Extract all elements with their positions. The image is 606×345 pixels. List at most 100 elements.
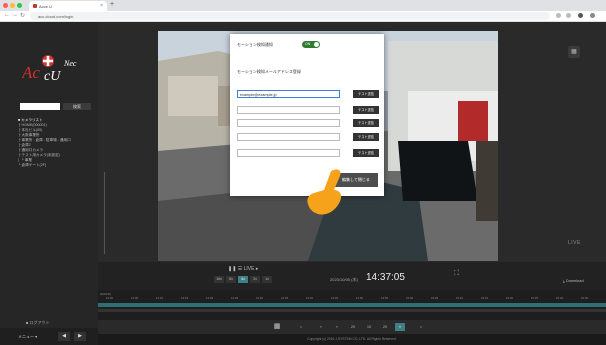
timeline-ticks: 14:00 14:05 14:10 14:15 14:20 14:25 14:3… bbox=[98, 296, 606, 300]
pager-item[interactable]: > bbox=[416, 323, 426, 331]
minimize-window-dot[interactable] bbox=[10, 3, 15, 8]
email-row: テスト送信 bbox=[237, 119, 381, 128]
pager-item[interactable]: 20 bbox=[348, 323, 358, 331]
timeline-tick: 14:40 bbox=[306, 296, 313, 300]
timeline-tick: 15:35 bbox=[581, 296, 588, 300]
test-send-button[interactable]: テスト送信 bbox=[353, 149, 379, 157]
timeline-tick: 14:55 bbox=[381, 296, 388, 300]
timeline-tick: 14:25 bbox=[231, 296, 238, 300]
timeline[interactable]: 2023/10 14:00 14:05 14:10 14:15 14:20 14… bbox=[98, 290, 606, 320]
favicon-icon bbox=[33, 4, 37, 8]
timeline-tick: 15:20 bbox=[506, 296, 513, 300]
timeline-tick: 15:30 bbox=[556, 296, 563, 300]
timeline-tick: 15:15 bbox=[481, 296, 488, 300]
timeline-tick: 15:00 bbox=[406, 296, 413, 300]
timeline-track[interactable] bbox=[98, 309, 606, 312]
speed-16x-button[interactable]: 16x bbox=[214, 276, 224, 283]
timeline-tick: 14:30 bbox=[256, 296, 263, 300]
speed-2x-button[interactable]: 2x bbox=[250, 276, 260, 283]
toggle-knob bbox=[314, 42, 319, 47]
browser-toolbar: ← → ↻ acc-cloud.com/login bbox=[0, 11, 606, 22]
fullscreen-icon[interactable]: ⛶ bbox=[454, 270, 459, 278]
browser-tab[interactable]: Acce U × bbox=[29, 1, 107, 11]
tab-strip: Acce U × + bbox=[0, 0, 606, 11]
pointing-hand-icon bbox=[307, 169, 342, 215]
footer-copyright: Copyright (c) 2016 J-SYSTEM CO.,LTD. All… bbox=[98, 334, 606, 345]
speed-4x-button[interactable]: 4x bbox=[238, 276, 248, 283]
toggle-label: モーション検知通知 bbox=[237, 42, 273, 47]
live-label: LIVE bbox=[568, 240, 581, 246]
email-field[interactable] bbox=[237, 119, 340, 127]
logo: Ac cU Nec bbox=[22, 55, 77, 84]
back-icon[interactable]: ← bbox=[4, 12, 10, 18]
email-row: テスト送信 bbox=[237, 106, 381, 115]
email-field[interactable] bbox=[237, 106, 340, 114]
timeline-tick: 14:00 bbox=[106, 296, 113, 300]
next-arrow-icon[interactable]: ▶ bbox=[74, 332, 86, 341]
play-pause-control[interactable]: ❚❚ ☰ LIVE ▸ bbox=[228, 266, 258, 272]
email-row: example@example.jp テスト送信 bbox=[237, 90, 381, 99]
svg-text:cU: cU bbox=[44, 69, 61, 84]
bookmark-icon[interactable] bbox=[556, 13, 561, 18]
close-window-dot[interactable] bbox=[3, 3, 8, 8]
test-send-button[interactable]: テスト送信 bbox=[353, 106, 379, 114]
pager-item[interactable]: « bbox=[332, 323, 342, 331]
test-send-button[interactable]: テスト送信 bbox=[353, 119, 379, 127]
timeline-tick: 15:10 bbox=[456, 296, 463, 300]
search-button[interactable]: 検索 bbox=[63, 103, 91, 110]
speed-1x-button[interactable]: 1x bbox=[262, 276, 272, 283]
menu-bar: メニュー ▾ ◀ ▶ bbox=[0, 328, 98, 345]
logout-link[interactable]: ■ ログアウト bbox=[26, 320, 50, 326]
recording-bar[interactable] bbox=[98, 303, 606, 307]
playback-controls: ❚❚ ☰ LIVE ▸ 16x 8x 4x 2x 1x 2023/10/05 (… bbox=[98, 262, 606, 290]
forward-icon[interactable]: → bbox=[12, 12, 18, 18]
pager-item[interactable]: « bbox=[316, 323, 326, 331]
vertical-scrollbar[interactable] bbox=[104, 172, 105, 254]
timeline-tick: 15:05 bbox=[431, 296, 438, 300]
email-field[interactable]: example@example.jp bbox=[237, 90, 340, 98]
camera-tree: ■ カメラリスト ├ HOME(000001) ├ 本社ビル(00) ├ 大阪事… bbox=[18, 118, 94, 168]
profile-icon[interactable] bbox=[578, 13, 583, 18]
test-send-button[interactable]: テスト送信 bbox=[353, 133, 379, 141]
email-field[interactable] bbox=[237, 133, 340, 141]
current-time: 14:37:05 bbox=[366, 272, 405, 283]
pager-item[interactable]: < bbox=[296, 323, 306, 331]
date-label: 2023/10/05 (木) bbox=[330, 277, 358, 282]
toggle-state: ON bbox=[305, 42, 311, 46]
extension-icon[interactable] bbox=[566, 13, 571, 18]
speed-8x-button[interactable]: 8x bbox=[226, 276, 236, 283]
timeline-tick: 14:50 bbox=[356, 296, 363, 300]
grid-icon[interactable]: ▦ bbox=[568, 46, 580, 58]
svg-text:Nec: Nec bbox=[63, 59, 77, 68]
pager-item[interactable]: 20 bbox=[380, 323, 390, 331]
timeline-tick: 14:10 bbox=[156, 296, 163, 300]
menu-label[interactable]: メニュー ▾ bbox=[18, 334, 37, 340]
timeline-tick: 14:35 bbox=[281, 296, 288, 300]
new-tab-icon[interactable]: + bbox=[110, 1, 114, 8]
timeline-tick: 14:15 bbox=[181, 296, 188, 300]
tab-title: Acce U bbox=[39, 4, 52, 9]
email-row: テスト送信 bbox=[237, 149, 381, 158]
motion-notify-toggle[interactable]: ON bbox=[302, 41, 320, 48]
calendar-icon[interactable]: ▦ bbox=[272, 322, 282, 332]
test-send-button[interactable]: テスト送信 bbox=[353, 90, 379, 98]
tab-close-icon[interactable]: × bbox=[100, 3, 103, 9]
section-label: モーション検知メールアドレス登録 bbox=[237, 69, 301, 74]
address-bar[interactable]: acc-cloud.com/login bbox=[30, 12, 550, 20]
email-field[interactable] bbox=[237, 149, 340, 157]
pager-item-active[interactable]: » bbox=[395, 323, 405, 331]
pager: ▦ < « « 20 10 20 » > bbox=[98, 320, 606, 334]
timeline-tick: 14:05 bbox=[131, 296, 138, 300]
email-row: テスト送信 bbox=[237, 133, 381, 142]
camera-tree-item[interactable]: └ 倉庫ゲート(2F) bbox=[18, 163, 94, 168]
pager-item[interactable]: 10 bbox=[364, 323, 374, 331]
camera-search-input[interactable] bbox=[20, 103, 60, 110]
maximize-window-dot[interactable] bbox=[17, 3, 22, 8]
download-button[interactable]: ⤓ Download bbox=[563, 278, 584, 283]
reload-icon[interactable]: ↻ bbox=[20, 12, 25, 19]
timeline-tick: 14:20 bbox=[206, 296, 213, 300]
prev-arrow-icon[interactable]: ◀ bbox=[58, 332, 70, 341]
svg-text:Ac: Ac bbox=[22, 63, 40, 82]
menu-icon[interactable] bbox=[590, 13, 595, 18]
timeline-tick: 14:45 bbox=[331, 296, 338, 300]
